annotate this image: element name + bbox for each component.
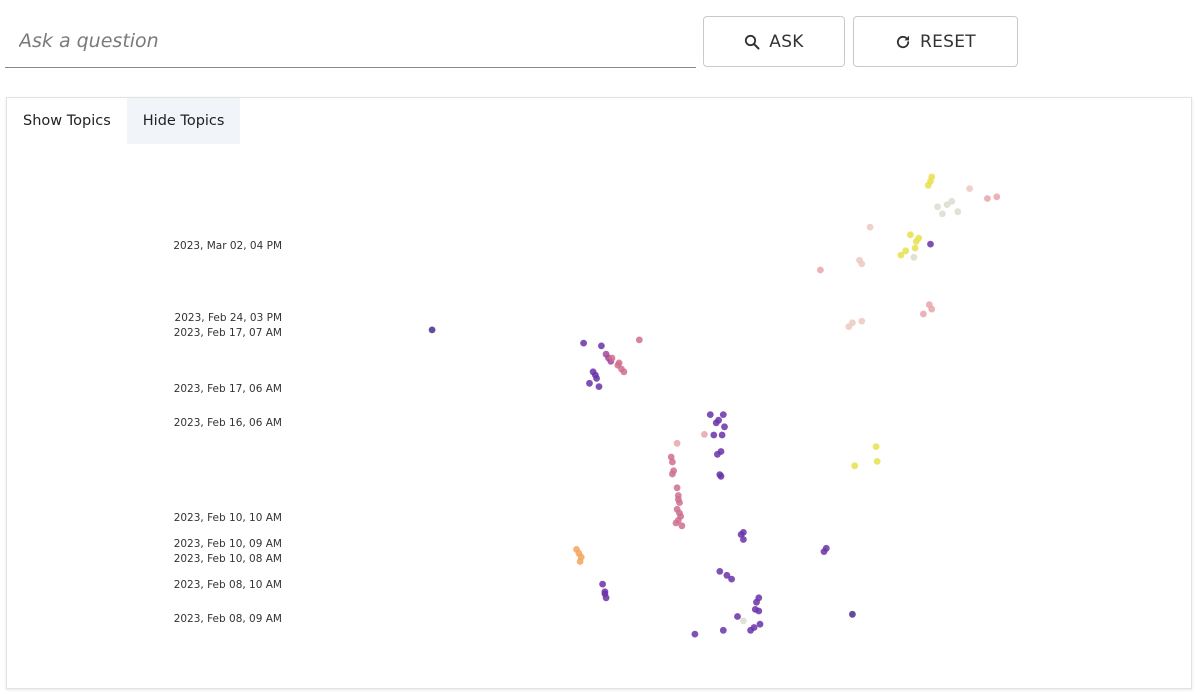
scatter-point[interactable] [599,580,606,588]
scatter-point[interactable] [866,223,874,231]
reset-button-label: RESET [920,31,976,52]
scatter-point[interactable] [939,210,946,218]
scatter-point[interactable] [734,613,741,620]
y-tick-label: 2023, Feb 10, 08 AM [174,553,282,565]
scatter-point[interactable] [948,197,956,205]
reset-button[interactable]: RESET [853,16,1018,67]
scatter-point[interactable] [817,266,824,274]
scatter-point[interactable] [920,310,927,318]
ask-button-label: ASK [769,31,804,52]
scatter-point[interactable] [673,439,681,447]
scatter-point[interactable] [428,326,436,334]
scatter-point[interactable] [701,431,708,438]
scatter-point[interactable] [753,598,760,606]
scatter-point[interactable] [576,558,584,565]
tab-hide-topics[interactable]: Hide Topics [126,98,241,144]
scatter-point[interactable] [601,590,609,598]
scatter-point[interactable] [858,317,866,325]
scatter-point[interactable] [928,305,936,313]
scatter-point[interactable] [721,423,728,431]
scatter-point[interactable] [719,626,727,634]
scatter-point[interactable] [635,336,643,344]
search-icon [744,34,760,50]
scatter-point[interactable] [966,185,973,192]
y-tick-label: 2023, Feb 10, 10 AM [174,512,282,524]
refresh-icon [895,34,911,50]
scatter-point[interactable] [718,431,726,439]
scatter-point[interactable] [719,411,727,418]
topic-tabs: Show Topics Hide Topics [7,98,241,144]
scatter-point[interactable] [993,193,1001,201]
y-tick-label: 2023, Feb 17, 07 AM [174,327,282,339]
scatter-point[interactable] [873,458,881,465]
topic-scatter-plot[interactable]: 2023, Mar 02, 04 PM 2023, Feb 24, 03 PM 20… [7,98,1191,688]
scatter-point[interactable] [984,195,991,202]
y-tick-label: 2023, Feb 16, 06 AM [174,417,282,429]
scatter-point[interactable] [615,359,623,367]
scatter-point[interactable] [740,617,747,625]
scatter-point[interactable] [673,484,681,492]
scatter-point[interactable] [737,531,745,538]
scatter-point[interactable] [851,462,859,470]
scatter-point[interactable] [678,522,686,530]
scatter-point[interactable] [927,240,934,248]
scatter-point[interactable] [672,519,680,527]
scatter-point[interactable] [897,251,905,259]
scatter-point[interactable] [911,244,919,252]
scatter-point[interactable] [845,323,853,330]
scatter-point[interactable] [715,416,722,424]
scatter-point[interactable] [620,368,628,376]
y-tick-label: 2023, Feb 24, 03 PM [175,312,282,324]
search-field[interactable] [5,16,696,68]
search-input[interactable] [5,16,696,66]
scatter-point[interactable] [820,548,828,555]
scatter-point[interactable] [716,471,724,478]
scatter-point[interactable] [856,256,863,264]
y-tick-label: 2023, Feb 17, 06 AM [174,383,282,395]
scatter-point[interactable] [598,342,605,350]
scatter-point[interactable] [710,431,718,439]
topics-panel: 2023, Mar 02, 04 PM 2023, Feb 24, 03 PM 20… [6,97,1192,689]
y-tick-label: 2023, Mar 02, 04 PM [173,240,282,252]
scatter-point[interactable] [934,203,941,211]
scatter-point[interactable] [728,575,735,583]
scatter-point[interactable] [595,383,603,390]
scatter-point[interactable] [755,607,763,615]
scatter-point[interactable] [756,620,764,628]
scatter-point[interactable] [589,368,597,376]
scatter-point[interactable] [927,178,934,185]
scatter-point[interactable] [954,208,962,216]
scatter-point[interactable] [706,411,714,418]
scatter-chart: 2023, Mar 02, 04 PM 2023, Feb 24, 03 PM 20… [173,173,1001,638]
scatter-point[interactable] [669,470,676,478]
scatter-point[interactable] [849,610,856,618]
scatter-point[interactable] [691,630,699,638]
scatter-point[interactable] [716,568,724,575]
tab-show-topics[interactable]: Show Topics [7,98,127,144]
scatter-point[interactable] [747,626,754,634]
y-tick-label: 2023, Feb 08, 10 AM [174,579,282,591]
scatter-point[interactable] [872,443,880,450]
y-tick-label: 2023, Feb 10, 09 AM [174,538,282,550]
ask-button[interactable]: ASK [703,16,845,67]
scatter-point[interactable] [580,339,587,347]
scatter-point[interactable] [910,253,918,261]
y-tick-label: 2023, Feb 08, 09 AM [174,613,282,625]
scatter-point[interactable] [676,499,683,506]
scatter-point[interactable] [669,458,676,466]
scatter-point[interactable] [714,450,721,458]
scatter-point[interactable] [586,379,593,387]
scatter-point[interactable] [907,231,914,239]
scatter-point[interactable] [593,375,600,382]
scatter-point[interactable] [915,234,923,242]
scatter-point[interactable] [608,354,616,362]
